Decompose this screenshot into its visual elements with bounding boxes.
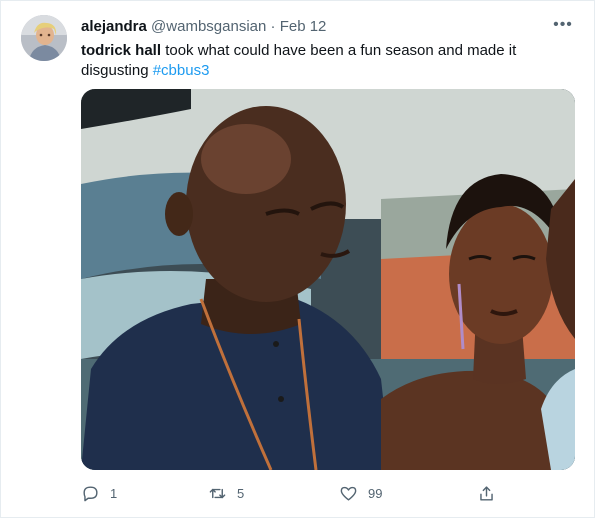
heart-icon: [340, 486, 357, 501]
retweet-icon: [209, 488, 226, 498]
media-photo: [81, 89, 575, 470]
like-button[interactable]: 99: [339, 479, 382, 507]
tweet-text: todrick hall took what could have been a…: [81, 41, 551, 81]
hashtag-link[interactable]: #cbbus3: [153, 62, 210, 79]
avatar-image: [21, 15, 67, 61]
avatar[interactable]: [21, 15, 67, 61]
reply-count: 1: [110, 485, 118, 501]
separator-dot: ·: [270, 18, 276, 35]
more-horizontal-icon[interactable]: •••: [552, 15, 574, 35]
tweet-card[interactable]: alejandra @wambsgansian · Feb 12 ••• tod…: [0, 0, 595, 518]
retweet-count: 5: [237, 485, 245, 501]
author-name[interactable]: alejandra: [81, 18, 147, 35]
tweet-actions: 1 5 99: [81, 479, 575, 507]
reply-icon: [83, 485, 98, 501]
tweet-header: alejandra @wambsgansian · Feb 12: [81, 17, 564, 37]
retweet-button[interactable]: 5: [208, 479, 244, 507]
bold-mention: todrick hall: [81, 42, 162, 59]
share-icon: [480, 485, 493, 501]
tweet-date[interactable]: Feb 12: [280, 18, 327, 35]
author-handle[interactable]: @wambsgansian: [151, 18, 266, 35]
share-button[interactable]: [477, 479, 496, 507]
like-count: 99: [368, 485, 383, 501]
reply-button[interactable]: 1: [81, 479, 117, 507]
tweet-media-image[interactable]: [81, 89, 575, 470]
